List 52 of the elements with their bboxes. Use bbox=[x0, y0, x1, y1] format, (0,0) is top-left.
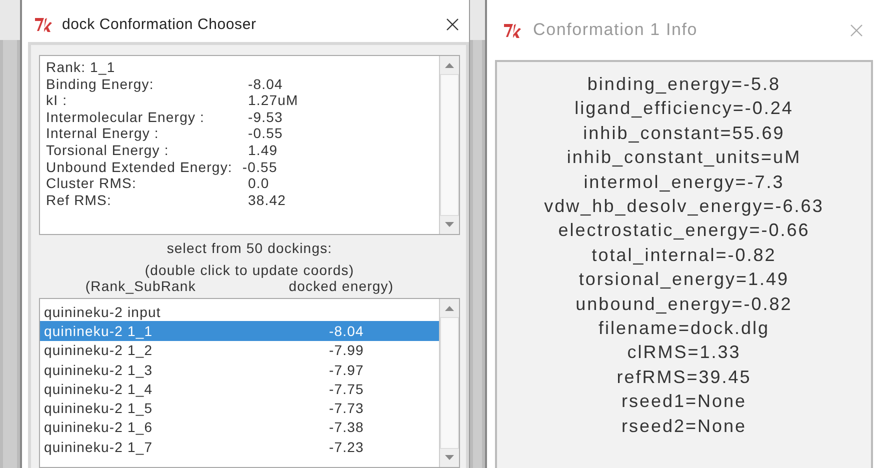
detail-label: Unbound Extended Energy: bbox=[46, 158, 232, 176]
detail-value: 1.49 bbox=[248, 142, 278, 159]
column-header: docked energy) bbox=[288, 278, 394, 294]
info-line: rseed1=None bbox=[621, 390, 747, 414]
info-line: clRMS=1.33 bbox=[627, 341, 741, 364]
info-line: rseed2=None bbox=[621, 414, 747, 438]
detail-value: 1.27uM bbox=[248, 92, 298, 109]
instruction-text: select from 50 dockings: bbox=[166, 240, 334, 256]
detail-label: Cluster RMS: bbox=[46, 175, 138, 192]
detail-label: Internal Energy : bbox=[46, 125, 160, 142]
info-line: filename=dock.dlg bbox=[598, 317, 770, 340]
detail-label: Intermolecular Energy : bbox=[46, 108, 206, 126]
docking-list-item[interactable]: quinineku-2 1_7 -7.23 bbox=[40, 437, 439, 456]
scroll-down-icon[interactable] bbox=[445, 222, 454, 228]
docking-list-item[interactable]: quinineku-2 1_3 -7.97 bbox=[40, 360, 439, 380]
column-header: (Rank_SubRank bbox=[85, 278, 196, 294]
detail-label: Torsional Energy : bbox=[46, 142, 170, 159]
docking-list-item[interactable]: quinineku-2 1_2 -7.99 bbox=[40, 340, 439, 360]
detail-label: kI : bbox=[46, 92, 68, 109]
scrollbar[interactable] bbox=[439, 299, 459, 467]
docking-list-item[interactable]: quinineku-2 input bbox=[40, 302, 439, 322]
scroll-down-icon[interactable] bbox=[445, 455, 454, 461]
info-line: intermol_energy=-7.3 bbox=[584, 170, 784, 194]
detail-value: 0.0 bbox=[248, 175, 270, 192]
detail-value: 38.42 bbox=[248, 192, 286, 208]
detail-value: -0.55 bbox=[248, 125, 283, 142]
scrollbar[interactable] bbox=[439, 56, 459, 234]
scroll-up-icon[interactable] bbox=[445, 62, 454, 68]
docking-list-item[interactable]: quinineku-2 1_5 -7.73 bbox=[40, 398, 439, 418]
info-line: vdw_hb_desolv_energy=-6.63 bbox=[544, 195, 824, 218]
detail-value: -9.53 bbox=[248, 108, 283, 126]
instruction-text: (double click to update coords) bbox=[144, 262, 356, 278]
info-line: total_internal=-0.82 bbox=[592, 244, 776, 267]
info-line: refRMS=39.45 bbox=[616, 366, 752, 389]
info-line: inhib_constant=55.69 bbox=[583, 122, 785, 145]
scroll-up-icon[interactable] bbox=[445, 305, 454, 311]
detail-value: -8.04 bbox=[248, 76, 283, 92]
docking-list-item[interactable]: quinineku-2 1_4 -7.75 bbox=[40, 379, 439, 398]
info-line: ligand_efficiency=-0.24 bbox=[574, 97, 794, 120]
detail-label: Ref RMS: bbox=[46, 192, 112, 208]
detail-value: -0.55 bbox=[242, 158, 278, 176]
window-title: dock Conformation Chooser bbox=[62, 16, 258, 32]
info-line: torsional_energy=1.49 bbox=[578, 268, 790, 292]
detail-label: Rank: 1_1 bbox=[46, 59, 116, 76]
info-line: unbound_energy=-0.82 bbox=[576, 292, 792, 316]
info-line: binding_energy=-5.8 bbox=[587, 73, 781, 96]
docking-list-item[interactable]: quinineku-2 1_6 -7.38 bbox=[40, 418, 439, 438]
window-title: Conformation 1 Info bbox=[533, 20, 699, 40]
detail-label: Binding Energy: bbox=[46, 76, 155, 92]
info-line: inhib_constant_units=uM bbox=[566, 146, 802, 170]
close-icon[interactable] bbox=[446, 18, 459, 30]
info-line: electrostatic_energy=-0.66 bbox=[558, 219, 810, 242]
